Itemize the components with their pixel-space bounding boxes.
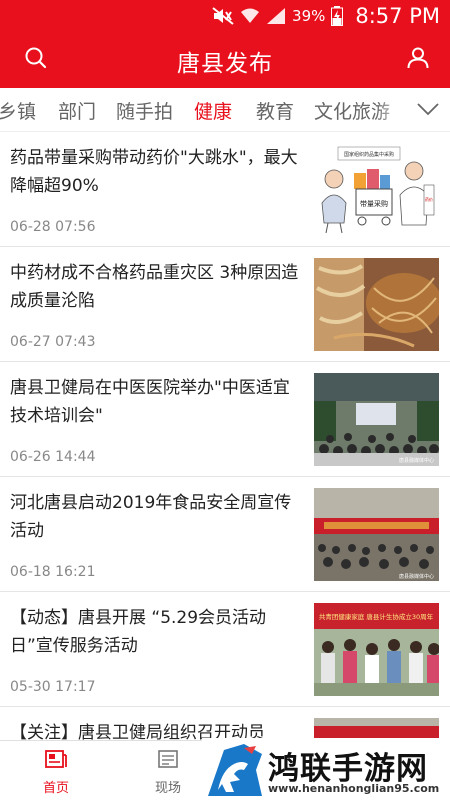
watermark-url: www.henanhonglian95.com [268,782,440,795]
news-time: 05-30 17:17 [10,679,96,695]
battery-icon [331,6,344,26]
chevron-down-icon [416,101,440,120]
news-headline: 【动态】唐县开展 “5.29会员活动日”宣传服务活动 [10,608,267,656]
nav-home-label: 首页 [42,781,69,796]
status-icons: 39% 8:57 PM [212,3,440,29]
news-item[interactable]: 【关注】唐县卫健局组织召开动员 [0,707,450,740]
news-time: 06-28 07:56 [10,219,96,235]
tab-education[interactable]: 教育 [256,97,294,124]
news-item[interactable]: 【动态】唐县开展 “5.29会员活动日”宣传服务活动 05-30 17:17 共… [0,592,450,707]
clock: 8:57 PM [355,4,440,28]
news-thumbnail [314,718,439,740]
tab-snapshots[interactable]: 随手拍 [116,97,173,124]
news-headline: 药品带量采购带动药价"大跳水"，最大降幅超90% [10,148,298,196]
page-title: 唐县发布 [177,51,273,77]
news-thumbnail [314,258,439,351]
nav-live-label: 现场 [154,781,181,796]
thumb-caption: 共青团健康家庭 唐县计生协成立30周年 [319,612,434,621]
news-headline: 中药材成不合格药品重灾区 3种原因造成质量沦陷 [10,263,299,311]
news-thumbnail: 共青团健康家庭 唐县计生协成立30周年 [314,603,439,696]
news-time: 06-27 07:43 [10,334,96,350]
tabs-fade [376,88,406,131]
news-thumbnail: 唐县融媒体中心 [314,488,439,581]
news-headline: 唐县卫健局在中医医院举办"中医适宜技术培训会" [10,378,290,426]
signal-icon [266,7,286,25]
news-time: 06-18 16:21 [10,564,96,580]
tab-departments[interactable]: 部门 [58,97,96,124]
thumb-caption: 带量采购 [360,199,388,208]
thumb-caption: 药价 [425,196,433,202]
thumb-caption: 唐县融媒体中心 [399,573,434,580]
news-headline: 【关注】唐县卫健局组织召开动员 [10,723,265,740]
mute-icon [212,7,234,25]
nav-home[interactable]: 首页 [16,747,96,796]
news-icon [16,747,96,771]
user-icon [406,46,430,74]
profile-button[interactable] [402,44,434,76]
news-item[interactable]: 药品带量采购带动药价"大跳水"，最大降幅超90% 06-28 07:56 国家组… [0,132,450,247]
news-item[interactable]: 河北唐县启动2019年食品安全周宣传活动 06-18 16:21 唐县融媒体中心 [0,477,450,592]
thumb-caption: 国家组织药品集中采购 [344,151,394,158]
news-item[interactable]: 唐县卫健局在中医医院举办"中医适宜技术培训会" 06-26 14:44 唐县融媒… [0,362,450,477]
news-time: 06-26 14:44 [10,449,96,465]
horse-logo-icon [204,740,266,800]
wifi-icon [240,7,260,25]
thumb-caption: 唐县融媒体中心 [399,457,434,464]
nav-live[interactable]: 现场 [128,747,208,796]
battery-percent: 39% [292,7,326,25]
app-bar: 唐县发布 [0,32,450,88]
watermark: 鸿联手游网 www.henanhonglian95.com [202,738,450,800]
status-bar: 39% 8:57 PM [0,0,450,32]
category-tabs: 乡镇 部门 随手拍 健康 教育 文化旅游 [0,88,450,132]
live-icon [128,747,208,771]
tab-township[interactable]: 乡镇 [0,97,36,124]
tab-health[interactable]: 健康 [194,97,232,124]
news-list: 药品带量采购带动药价"大跳水"，最大降幅超90% 06-28 07:56 国家组… [0,132,450,740]
news-headline: 河北唐县启动2019年食品安全周宣传活动 [10,493,292,541]
news-thumbnail: 唐县融媒体中心 [314,373,439,466]
news-thumbnail: 国家组织药品集中采购 带量采购 药价 [314,143,439,236]
news-item[interactable]: 中药材成不合格药品重灾区 3种原因造成质量沦陷 06-27 07:43 [0,247,450,362]
tabs-more-button[interactable] [406,88,450,131]
